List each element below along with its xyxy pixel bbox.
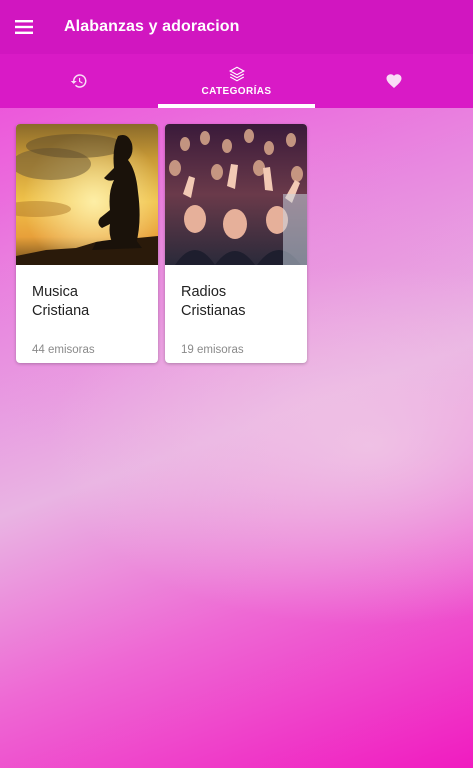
category-count: 19 emisoras bbox=[181, 344, 244, 356]
tab-history[interactable] bbox=[0, 54, 158, 108]
tab-label-categorias: CATEGORÍAS bbox=[201, 86, 272, 97]
category-card-radios-cristianas[interactable]: Radios Cristianas 19 emisoras bbox=[165, 124, 307, 363]
tab-favorites[interactable] bbox=[315, 54, 473, 108]
history-icon bbox=[70, 74, 87, 88]
category-grid: Musica Cristiana 44 emisoras Radios Cris… bbox=[16, 124, 307, 363]
app-bar: Alabanzas y adoracion bbox=[0, 0, 473, 54]
app-title: Alabanzas y adoracion bbox=[64, 18, 240, 35]
menu-icon[interactable] bbox=[0, 0, 54, 54]
category-card-musica-cristiana[interactable]: Musica Cristiana 44 emisoras bbox=[16, 124, 158, 363]
tab-categorias[interactable]: CATEGORÍAS bbox=[157, 54, 316, 108]
category-image-worship-crowd bbox=[165, 124, 307, 265]
heart-icon bbox=[386, 74, 402, 88]
category-image-praying-silhouette bbox=[16, 124, 158, 265]
category-count: 44 emisoras bbox=[32, 344, 95, 356]
tab-indicator bbox=[157, 104, 316, 108]
layers-icon bbox=[228, 66, 245, 82]
category-title: Radios Cristianas bbox=[181, 284, 246, 319]
tab-bar: CATEGORÍAS bbox=[0, 54, 473, 108]
category-title: Musica Cristiana bbox=[32, 284, 90, 319]
